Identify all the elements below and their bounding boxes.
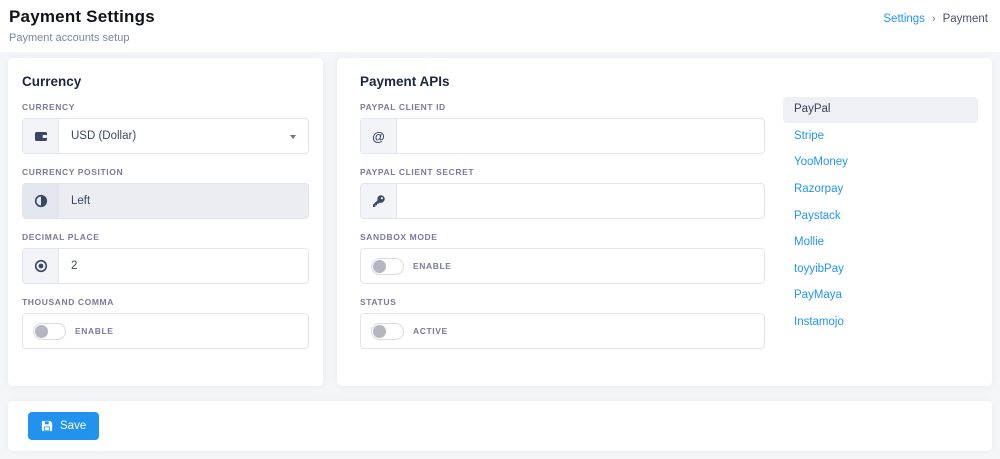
page-subtitle: Payment accounts setup [9, 32, 155, 44]
toggle-knob [35, 325, 48, 338]
status-toggle[interactable] [371, 323, 404, 340]
wallet-icon [23, 119, 59, 153]
breadcrumb-chevron-icon: › [932, 13, 936, 25]
breadcrumb: Settings › Payment [883, 13, 988, 25]
currency-card: Currency CURRENCY USD (Dollar) CURRENCY … [8, 58, 323, 386]
adjust-icon [23, 184, 59, 218]
footer-bar: Save [8, 401, 992, 451]
status-label: STATUS [360, 297, 765, 307]
content-area: Currency CURRENCY USD (Dollar) CURRENCY … [0, 52, 1000, 386]
thousand-comma-toggle[interactable] [33, 323, 66, 340]
save-icon [41, 420, 53, 432]
page-header: Payment Settings Payment accounts setup … [0, 0, 1000, 52]
status-toggle-label: ACTIVE [413, 326, 448, 336]
decimal-place-label: DECIMAL PLACE [22, 232, 309, 242]
toggle-knob [373, 260, 386, 273]
payment-method-razorpay[interactable]: Razorpay [783, 177, 978, 203]
currency-position-value: Left [59, 184, 308, 218]
sandbox-mode-label: SANDBOX MODE [360, 232, 765, 242]
currency-card-title: Currency [22, 74, 309, 89]
sandbox-mode-box: ENABLE [360, 248, 765, 284]
paypal-client-secret-input[interactable] [397, 184, 764, 218]
payment-method-instamojo[interactable]: Instamojo [783, 310, 978, 334]
paypal-client-id-input[interactable] [397, 119, 764, 153]
paypal-client-id-field[interactable]: @ [360, 118, 765, 154]
payment-method-paymaya[interactable]: PayMaya [783, 283, 978, 309]
key-icon [361, 184, 397, 218]
chevron-down-icon [290, 135, 296, 139]
currency-position-label: CURRENCY POSITION [22, 167, 309, 177]
payment-method-yoomoney[interactable]: YooMoney [783, 150, 978, 176]
decimal-place-field[interactable] [22, 248, 309, 284]
page-title: Payment Settings [9, 7, 155, 27]
payment-apis-card: Payment APIs PAYPAL CLIENT ID @ PAYPAL C… [337, 58, 992, 386]
sandbox-mode-toggle[interactable] [371, 258, 404, 275]
breadcrumb-current: Payment [943, 13, 988, 25]
paypal-client-id-label: PAYPAL CLIENT ID [360, 102, 765, 112]
breadcrumb-settings-link[interactable]: Settings [883, 13, 925, 25]
sandbox-mode-toggle-label: ENABLE [413, 261, 452, 271]
payment-apis-title: Payment APIs [360, 74, 978, 89]
paypal-client-secret-field[interactable] [360, 183, 765, 219]
save-button-label: Save [60, 420, 86, 432]
dot-circle-icon [23, 249, 59, 283]
currency-label: CURRENCY [22, 102, 309, 112]
payment-method-stripe[interactable]: Stripe [783, 124, 978, 150]
payment-method-list: PayPalStripeYooMoneyRazorpayPaystackMoll… [783, 97, 978, 334]
currency-select-value: USD (Dollar) [59, 119, 308, 153]
payment-apis-form: PAYPAL CLIENT ID @ PAYPAL CLIENT SECRET [360, 89, 765, 349]
payment-method-mollie[interactable]: Mollie [783, 230, 978, 256]
payment-method-column: PayPalStripeYooMoneyRazorpayPaystackMoll… [783, 89, 978, 349]
at-icon: @ [361, 119, 397, 153]
save-button[interactable]: Save [28, 412, 99, 440]
page-heading-block: Payment Settings Payment accounts setup [9, 7, 155, 44]
paypal-client-secret-label: PAYPAL CLIENT SECRET [360, 167, 765, 177]
payment-apis-columns: PAYPAL CLIENT ID @ PAYPAL CLIENT SECRET [360, 89, 978, 349]
currency-select[interactable]: USD (Dollar) [22, 118, 309, 154]
currency-position-field: Left [22, 183, 309, 219]
thousand-comma-label: THOUSAND COMMA [22, 297, 309, 307]
thousand-comma-toggle-label: ENABLE [75, 326, 114, 336]
payment-method-paypal[interactable]: PayPal [783, 97, 978, 123]
payment-method-paystack[interactable]: Paystack [783, 204, 978, 230]
status-box: ACTIVE [360, 313, 765, 349]
toggle-knob [373, 325, 386, 338]
payment-method-toyyibpay[interactable]: toyyibPay [783, 257, 978, 283]
decimal-place-input[interactable] [59, 249, 308, 283]
thousand-comma-box: ENABLE [22, 313, 309, 349]
